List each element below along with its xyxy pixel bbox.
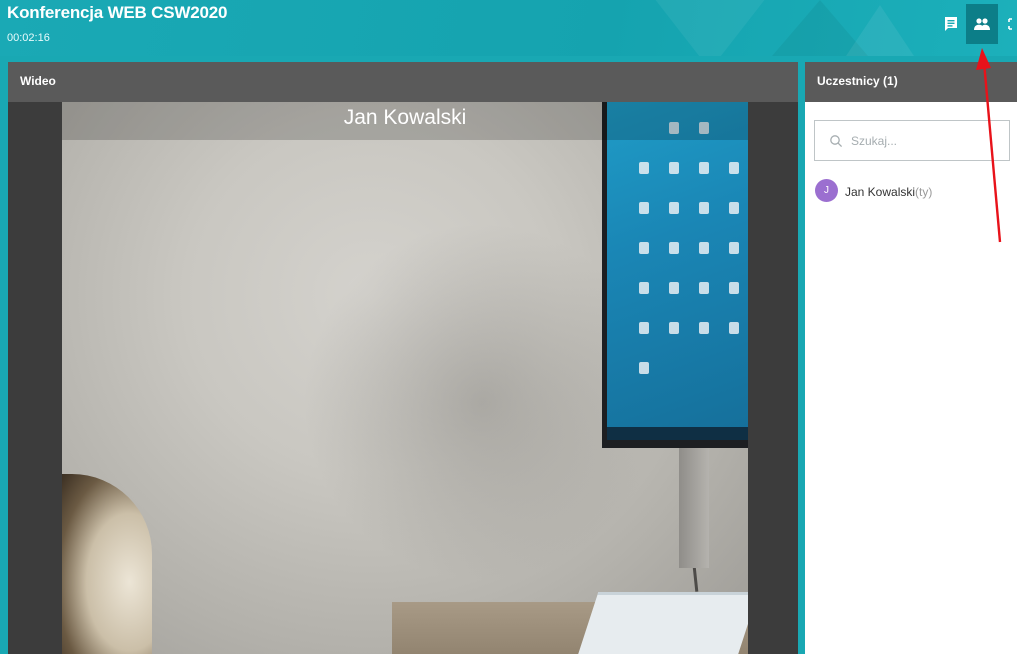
camera-papers xyxy=(575,592,748,654)
frame-divider xyxy=(798,56,805,654)
people-icon xyxy=(974,18,990,30)
desktop-icon xyxy=(639,362,649,374)
desktop-icon xyxy=(699,202,709,214)
desktop-icon xyxy=(699,242,709,254)
participant-self-tag: (ty) xyxy=(915,185,933,199)
desktop-icon xyxy=(639,322,649,334)
conference-header: Konferencja WEB CSW2020 00:02:16 xyxy=(0,0,1017,56)
desktop-icon xyxy=(669,242,679,254)
desktop-icon xyxy=(729,202,739,214)
fullscreen-button[interactable] xyxy=(1004,4,1017,44)
desktop-icon xyxy=(639,282,649,294)
desktop-icon xyxy=(639,162,649,174)
chat-icon xyxy=(945,17,957,31)
desktop-icon xyxy=(729,242,739,254)
search-icon xyxy=(830,135,843,148)
participant-name: Jan Kowalski xyxy=(845,185,916,199)
desktop-icon xyxy=(639,242,649,254)
desktop-icon xyxy=(729,322,739,334)
desktop-icon xyxy=(699,282,709,294)
video-panel-title: Wideo xyxy=(20,74,56,88)
fullscreen-icon xyxy=(1007,18,1012,30)
desktop-icon xyxy=(669,282,679,294)
camera-monitor-stand xyxy=(679,448,709,568)
chat-button[interactable] xyxy=(935,4,967,44)
camera-monitor-screen xyxy=(607,102,748,440)
header-decoration xyxy=(640,0,780,56)
annotation-arrow xyxy=(976,48,1002,243)
video-panel-header: Wideo xyxy=(8,62,798,102)
desktop-icon xyxy=(699,162,709,174)
frame-border xyxy=(0,56,8,654)
desktop-icon xyxy=(639,202,649,214)
camera-feed[interactable]: Jan Kowalski xyxy=(62,102,748,654)
desktop-icon xyxy=(669,162,679,174)
desktop-icon xyxy=(729,162,739,174)
desktop-icon xyxy=(729,282,739,294)
participants-panel-title: Uczestnicy (1) xyxy=(817,74,898,88)
participants-button[interactable] xyxy=(966,4,998,44)
conference-timer: 00:02:16 xyxy=(7,32,50,44)
video-area: Jan Kowalski xyxy=(8,102,798,654)
camera-monitor-taskbar xyxy=(607,427,748,440)
camera-monitor xyxy=(602,102,748,448)
desktop-icon xyxy=(669,322,679,334)
desktop-icon xyxy=(699,322,709,334)
desktop-icon xyxy=(669,202,679,214)
header-decoration xyxy=(840,5,920,56)
conference-title: Konferencja WEB CSW2020 xyxy=(7,3,228,22)
camera-lamp xyxy=(62,474,152,654)
avatar: J xyxy=(815,179,838,202)
video-participant-name: Jan Kowalski xyxy=(343,106,467,129)
